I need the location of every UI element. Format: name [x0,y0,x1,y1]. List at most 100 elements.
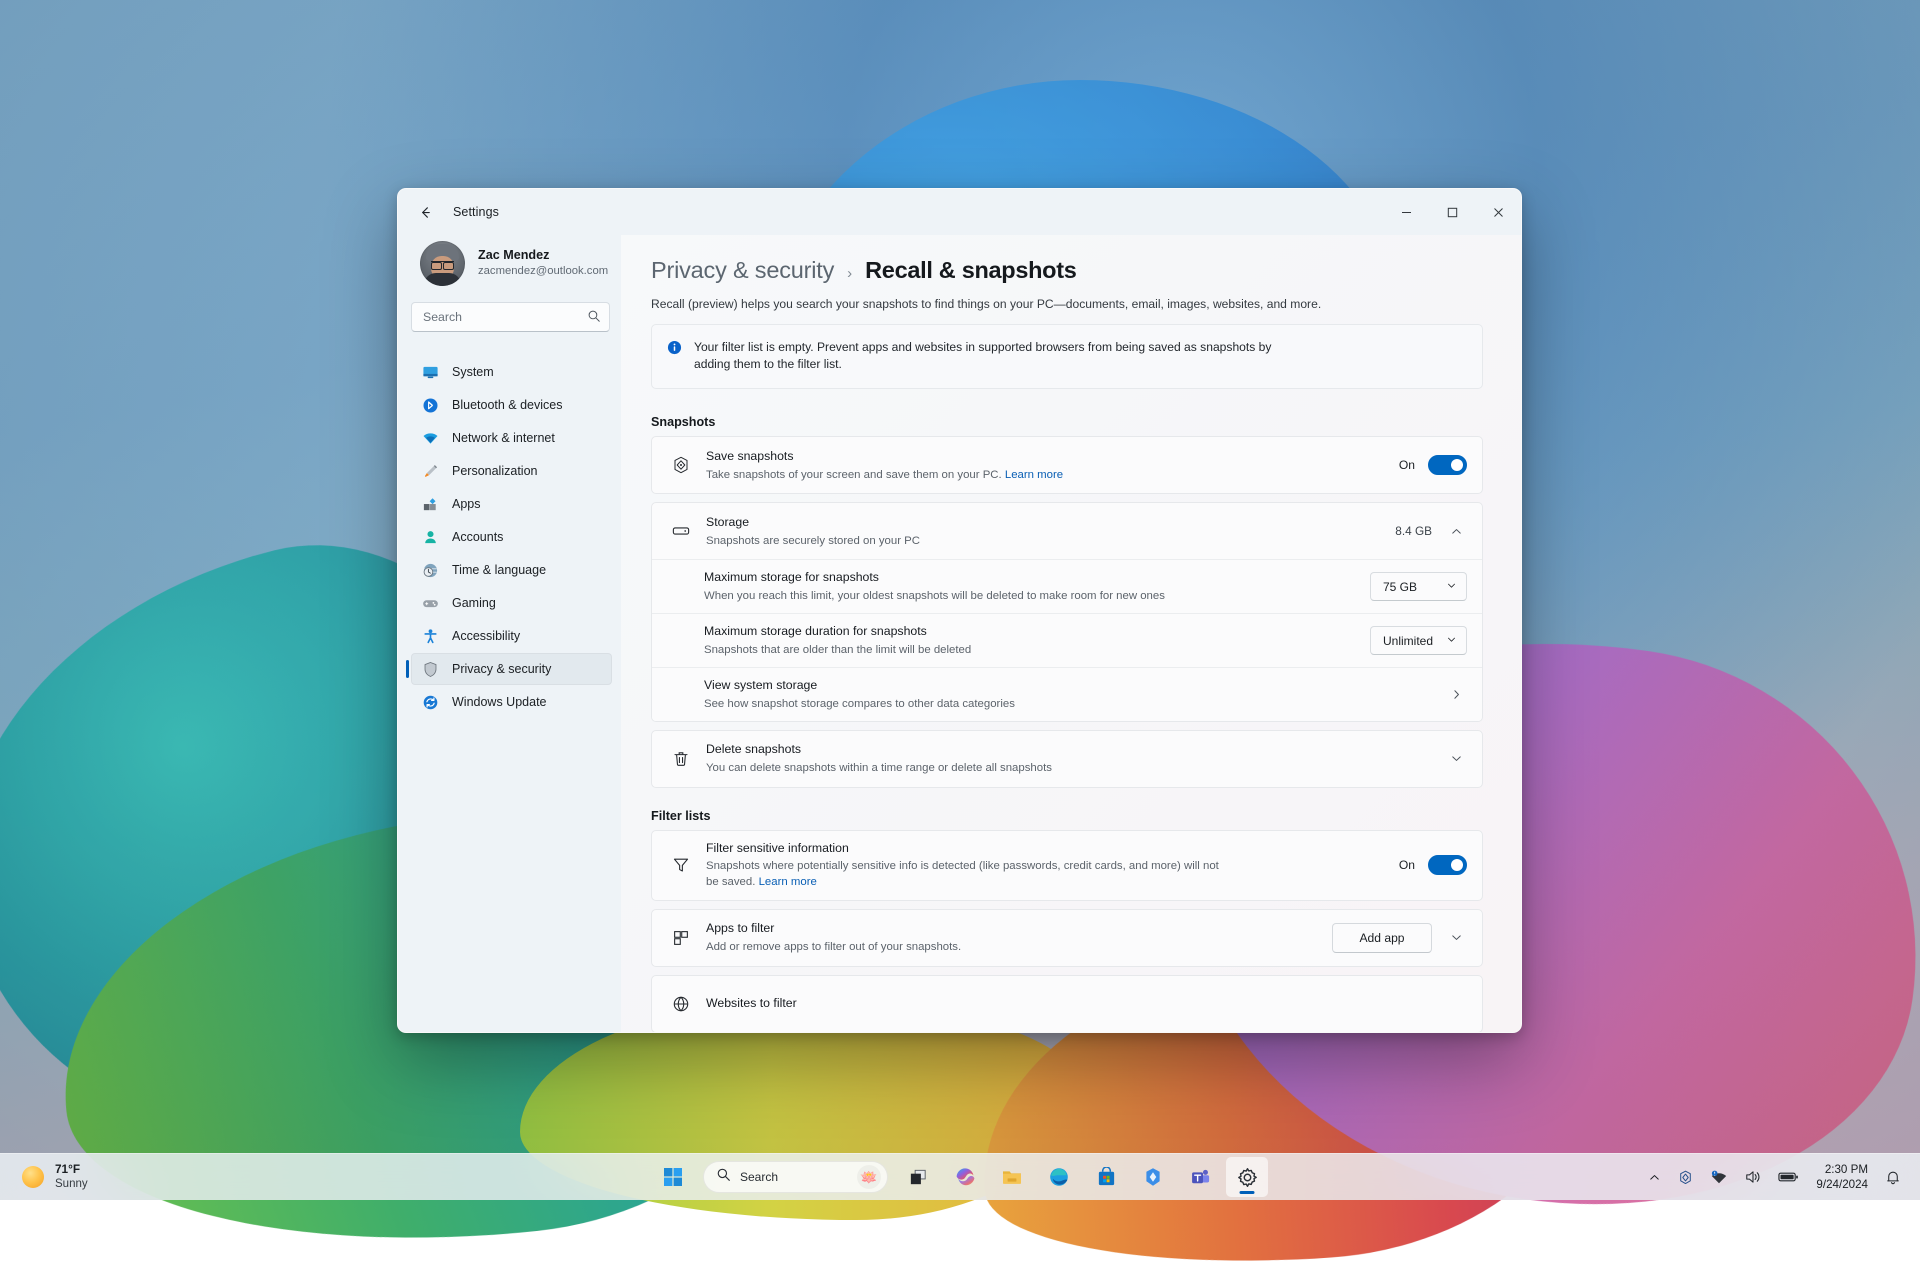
sidebar-item-accessibility[interactable]: Accessibility [411,620,612,652]
chevron-down-icon[interactable] [1445,927,1467,949]
start-button[interactable] [652,1157,694,1197]
notification-button[interactable] [1878,1158,1908,1196]
taskbar-search[interactable]: Search 🪷 [703,1161,888,1193]
learn-more-link[interactable]: Learn more [1005,469,1063,481]
clock-button[interactable]: 2:30 PM 9/24/2024 [1808,1158,1876,1196]
maximum-duration-dropdown[interactable]: Unlimited [1370,626,1467,655]
weather-widget[interactable]: 71°F Sunny [4,1157,102,1197]
back-button[interactable] [408,197,442,227]
teams-glyph [1190,1167,1211,1188]
maximum-storage-dropdown[interactable]: 75 GB [1370,572,1467,601]
row-maximum-duration: Maximum storage duration for snapshots S… [652,613,1482,667]
row-subtitle-text: Take snapshots of your screen and save t… [706,469,1002,481]
store-glyph [1096,1167,1117,1188]
lotus-icon[interactable]: 🪷 [857,1165,881,1189]
row-apps-to-filter[interactable]: Apps to filter Add or remove apps to fil… [652,910,1482,966]
filter-sensitive-toggle[interactable] [1428,855,1467,875]
toggle-state-label: On [1399,458,1415,472]
settings-taskbar-button[interactable] [1226,1157,1268,1197]
sidebar-item-system[interactable]: System [411,356,612,388]
sidebar-item-apps[interactable]: Apps [411,488,612,520]
row-websites-to-filter[interactable]: Websites to filter [652,976,1482,1032]
sidebar-item-time-language[interactable]: Time & language [411,554,612,586]
close-button[interactable] [1475,189,1521,235]
sidebar-item-label: Time & language [452,563,546,577]
paintbrush-icon [422,463,439,480]
funnel-icon [670,855,692,875]
gear-icon [1237,1167,1258,1188]
sidebar: Zac Mendez zacmendez@outlook.com [398,235,621,1032]
dropdown-value: 75 GB [1383,580,1417,594]
sidebar-item-bluetooth-devices[interactable]: Bluetooth & devices [411,389,612,421]
sidebar-item-accounts[interactable]: Accounts [411,521,612,553]
chevron-down-icon [1446,580,1457,594]
maximize-button[interactable] [1429,189,1475,235]
window-controls [1383,189,1521,235]
row-subtitle: Take snapshots of your screen and save t… [706,467,1226,483]
minimize-button[interactable] [1383,189,1429,235]
sidebar-item-network-internet[interactable]: Network & internet [411,422,612,454]
breadcrumb-parent[interactable]: Privacy & security [651,257,834,284]
recall-sparkle-icon[interactable] [1132,1157,1174,1197]
save-snapshots-toggle[interactable] [1428,455,1467,475]
sidebar-item-privacy-security[interactable]: Privacy & security [411,653,612,685]
storage-icon [670,521,692,541]
sidebar-item-label: Gaming [452,596,496,610]
sidebar-item-windows-update[interactable]: Windows Update [411,686,612,718]
tray-battery-button[interactable] [1771,1158,1806,1196]
task-view-glyph [908,1167,929,1188]
sidebar-search-wrap [411,302,610,332]
search-input[interactable] [411,302,610,332]
row-filter-sensitive-information[interactable]: Filter sensitive information Snapshots w… [652,831,1482,900]
toggle-state-label: On [1399,858,1415,872]
tray-recall-button[interactable] [1670,1158,1701,1196]
task-view-icon[interactable] [897,1157,939,1197]
settings-window: Settings Zac Mendez zacmend [397,188,1522,1033]
snapshot-icon [670,455,692,475]
sidebar-item-gaming[interactable]: Gaming [411,587,612,619]
row-delete-snapshots[interactable]: Delete snapshots You can delete snapshot… [652,731,1482,787]
toggle-knob [1451,859,1463,871]
sidebar-item-personalization[interactable]: Personalization [411,455,612,487]
sidebar-item-label: Personalization [452,464,537,478]
copilot-glyph [954,1166,976,1188]
row-title: View system storage [704,677,1431,694]
copilot-icon[interactable] [944,1157,986,1197]
tray-overflow-button[interactable] [1641,1158,1668,1196]
row-view-system-storage[interactable]: View system storage See how snapshot sto… [652,667,1482,721]
avatar-body [424,273,461,286]
account-email: zacmendez@outlook.com [478,264,608,280]
microsoft-store-icon[interactable] [1085,1157,1127,1197]
row-maximum-storage: Maximum storage for snapshots When you r… [652,559,1482,613]
row-subtitle: Snapshots where potentially sensitive in… [706,858,1226,890]
apps-to-filter-card: Apps to filter Add or remove apps to fil… [651,909,1483,967]
account-header[interactable]: Zac Mendez zacmendez@outlook.com [411,235,616,302]
row-subtitle: You can delete snapshots within a time r… [706,760,1226,776]
person-icon [422,529,439,546]
row-storage[interactable]: Storage Snapshots are securely stored on… [652,503,1482,559]
taskbar-search-placeholder: Search [740,1170,848,1184]
chevron-down-icon[interactable] [1445,748,1467,770]
add-app-button[interactable]: Add app [1332,923,1432,953]
storage-value: 8.4 GB [1395,524,1432,538]
speaker-icon [1744,1169,1762,1185]
search-icon [716,1167,731,1187]
file-explorer-icon[interactable] [991,1157,1033,1197]
row-title: Delete snapshots [706,741,1431,758]
microsoft-teams-icon[interactable] [1179,1157,1221,1197]
tray-volume-button[interactable] [1737,1158,1769,1196]
window-title: Settings [453,205,499,219]
sidebar-item-label: Network & internet [452,431,555,445]
row-subtitle: See how snapshot storage compares to oth… [704,696,1224,712]
chevron-up-icon[interactable] [1445,520,1467,542]
row-save-snapshots[interactable]: Save snapshots Take snapshots of your sc… [652,437,1482,493]
breadcrumb-separator-icon: › [847,265,852,282]
apps-icon [422,496,439,513]
tray-network-button[interactable] [1703,1158,1735,1196]
learn-more-link[interactable]: Learn more [759,876,817,888]
clock-globe-icon [422,562,439,579]
trash-icon [670,749,692,769]
row-title: Maximum storage for snapshots [704,569,1356,586]
chevron-up-icon [1648,1171,1661,1184]
microsoft-edge-icon[interactable] [1038,1157,1080,1197]
